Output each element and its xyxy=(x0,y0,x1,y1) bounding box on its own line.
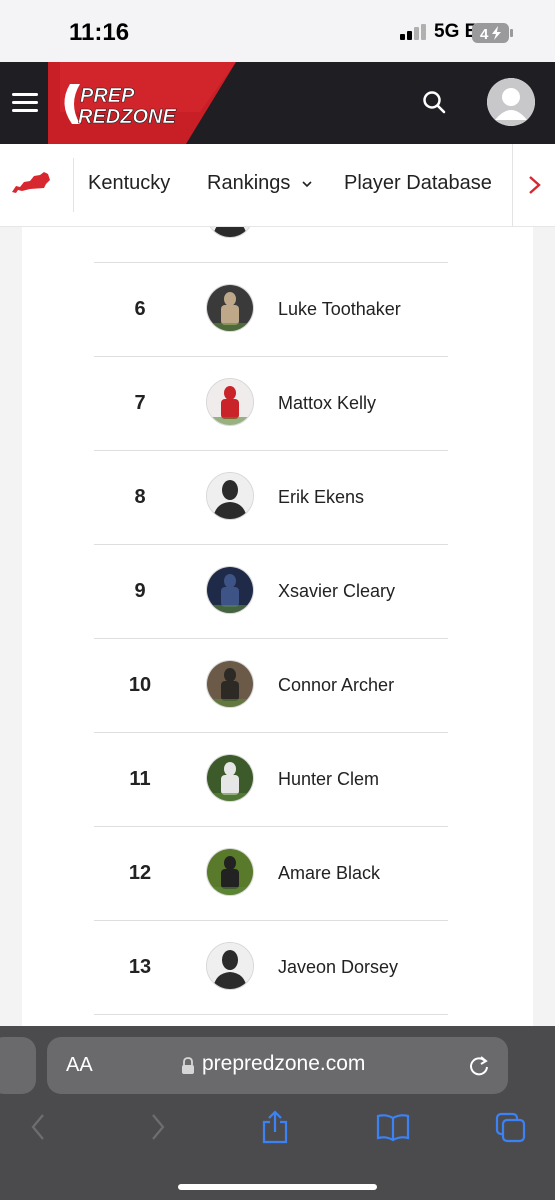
player-photo[interactable] xyxy=(206,660,254,708)
player-photo-image xyxy=(207,661,253,707)
player-photo[interactable] xyxy=(206,378,254,426)
url-domain: prepredzone.com xyxy=(202,1052,366,1075)
signal-icon xyxy=(400,24,426,40)
player-photo-image xyxy=(207,285,253,331)
ranking-row[interactable]: 11 Hunter Clem xyxy=(94,732,448,827)
tabs-icon[interactable] xyxy=(495,1112,527,1144)
player-photo[interactable] xyxy=(206,472,254,520)
kentucky-map-icon[interactable] xyxy=(10,170,52,196)
user-avatar[interactable] xyxy=(487,78,535,126)
player-name[interactable]: Xsavier Cleary xyxy=(278,581,395,602)
player-name[interactable]: Amare Black xyxy=(278,863,380,884)
ranking-row[interactable]: 5Mason Mudd xyxy=(94,227,448,263)
rank-number: 6 xyxy=(134,298,146,320)
battery-icon: 4 xyxy=(472,23,513,43)
reload-icon[interactable] xyxy=(467,1054,491,1078)
nav-item-rankings[interactable]: Rankings xyxy=(207,172,314,195)
battery-level: 4 xyxy=(480,26,489,43)
nav-item-kentucky[interactable]: Kentucky xyxy=(88,172,170,195)
network-type: 5G E xyxy=(434,21,478,42)
nav-divider-right xyxy=(512,144,513,226)
player-photo[interactable] xyxy=(206,566,254,614)
rankings-content: 5Mason Mudd 6 Luke Toothaker 7 Mattox Kelly 8… xyxy=(0,227,555,1027)
player-photo-image xyxy=(207,849,253,895)
site-header: PREP REDZONE xyxy=(0,62,555,144)
player-name[interactable]: Erik Ekens xyxy=(278,487,364,508)
player-silhouette-icon xyxy=(207,943,253,989)
previous-tab-preview[interactable] xyxy=(0,1037,36,1094)
rank-number: 9 xyxy=(134,580,146,602)
nav-divider xyxy=(73,158,74,212)
rankings-card: 5Mason Mudd 6 Luke Toothaker 7 Mattox Kelly 8… xyxy=(22,227,533,1027)
rank-number: 8 xyxy=(134,486,146,508)
browser-toolbar: AA prepredzone.com xyxy=(0,1026,555,1200)
logo-text-top: PREP xyxy=(80,85,135,107)
player-photo-image xyxy=(207,567,253,613)
player-photo[interactable] xyxy=(206,754,254,802)
player-name[interactable]: Javeon Dorsey xyxy=(278,957,398,978)
rank-number: 10 xyxy=(128,674,152,696)
user-silhouette-icon xyxy=(487,78,535,126)
reader-options-button[interactable]: AA xyxy=(66,1054,93,1077)
player-name[interactable]: Hunter Clem xyxy=(278,769,379,790)
player-silhouette-icon xyxy=(207,473,253,519)
rank-number: 7 xyxy=(134,392,146,414)
rank-number: 13 xyxy=(128,956,152,978)
state-nav: Kentucky Rankings Player Database xyxy=(0,144,555,227)
ranking-row[interactable]: 12 Amare Black xyxy=(94,826,448,921)
player-photo[interactable] xyxy=(206,227,254,238)
player-name[interactable]: Connor Archer xyxy=(278,675,394,696)
ranking-row[interactable]: 9 Xsavier Cleary xyxy=(94,544,448,639)
ranking-row[interactable]: 7 Mattox Kelly xyxy=(94,356,448,451)
nav-item-rankings-label: Rankings xyxy=(207,172,291,194)
player-photo[interactable] xyxy=(206,942,254,990)
rank-number: 12 xyxy=(128,862,152,884)
player-silhouette-icon xyxy=(207,227,253,237)
lock-icon xyxy=(182,1057,194,1074)
ranking-row[interactable]: 13 Javeon Dorsey xyxy=(94,920,448,1015)
player-photo-image xyxy=(207,755,253,801)
ranking-row[interactable]: 6 Luke Toothaker xyxy=(94,262,448,357)
prep-redzone-logo[interactable]: PREP REDZONE xyxy=(0,62,240,144)
status-time: 11:16 xyxy=(69,19,130,46)
rank-number: 11 xyxy=(129,768,151,790)
forward-icon[interactable] xyxy=(148,1112,168,1142)
bookmarks-icon[interactable] xyxy=(376,1112,410,1142)
chevron-down-icon xyxy=(302,181,312,187)
logo-text-bottom: REDZONE xyxy=(78,106,176,128)
ranking-row[interactable]: 10 Connor Archer xyxy=(94,638,448,733)
home-indicator xyxy=(178,1184,377,1190)
player-name[interactable]: Luke Toothaker xyxy=(278,299,401,320)
search-icon[interactable] xyxy=(422,90,448,116)
share-icon[interactable] xyxy=(260,1110,290,1144)
player-name[interactable]: Mattox Kelly xyxy=(278,393,376,414)
address-bar[interactable]: AA prepredzone.com xyxy=(47,1037,508,1094)
back-icon[interactable] xyxy=(28,1112,48,1142)
status-bar: 11:16 5G E 4 xyxy=(0,0,555,62)
player-photo[interactable] xyxy=(206,848,254,896)
ranking-row[interactable]: 8 Erik Ekens xyxy=(94,450,448,545)
chevron-right-icon[interactable] xyxy=(527,174,543,196)
player-photo[interactable] xyxy=(206,284,254,332)
player-photo-image xyxy=(207,379,253,425)
nav-item-player-database[interactable]: Player Database xyxy=(344,172,492,195)
